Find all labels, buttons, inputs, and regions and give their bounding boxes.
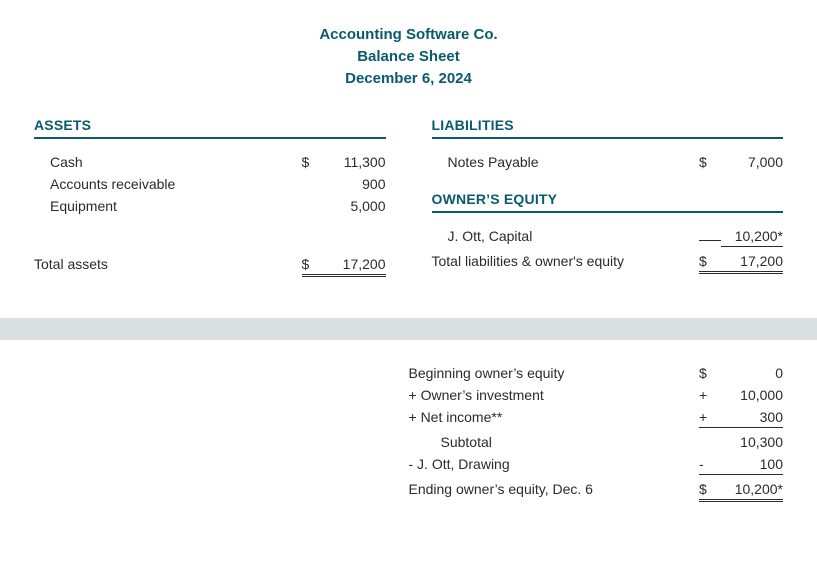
reconcile-label: - J. Ott, Drawing	[409, 456, 700, 472]
equity-line: J. Ott, Capital 10,200*	[432, 225, 784, 250]
reconcile-symbol: +	[699, 409, 721, 428]
asset-line: Cash $ 11,300	[34, 151, 386, 173]
reconcile-symbol: $	[699, 365, 721, 381]
total-assets-row: Total assets $ 17,200	[34, 253, 386, 280]
reconcile-amount: 300	[721, 409, 783, 428]
total-assets-label: Total assets	[34, 256, 302, 272]
section-divider	[0, 318, 817, 340]
liability-label: Notes Payable	[432, 154, 700, 170]
asset-line: Accounts receivable 900	[34, 173, 386, 195]
currency-symbol: $	[302, 154, 324, 170]
assets-heading: ASSETS	[34, 117, 386, 139]
reconcile-line: + Owner’s investment + 10,000	[409, 384, 784, 406]
balance-sheet: Accounting Software Co. Balance Sheet De…	[0, 0, 817, 290]
reconcile-amount: 0	[721, 365, 783, 381]
asset-label: Accounts receivable	[34, 176, 302, 192]
asset-label: Equipment	[34, 198, 302, 214]
reconcile-label: Beginning owner’s equity	[409, 365, 700, 381]
report-title: Balance Sheet	[34, 46, 783, 68]
reconcile-line: - J. Ott, Drawing - 100	[409, 453, 784, 478]
reconcile-label: + Owner’s investment	[409, 387, 700, 403]
asset-amount: 11,300	[324, 154, 386, 170]
reconcile-ending: Ending owner’s equity, Dec. 6 $ 10,200*	[409, 478, 784, 505]
total-liab-equity-amount: 17,200	[721, 253, 783, 274]
assets-column: ASSETS Cash $ 11,300 Accounts receivable…	[34, 117, 386, 280]
equity-amount: 10,200*	[721, 228, 783, 247]
reconcile-amount: 100	[721, 456, 783, 475]
liabilities-heading: LIABILITIES	[432, 117, 784, 139]
reconcile-label: Ending owner’s equity, Dec. 6	[409, 481, 700, 497]
liability-amount: 7,000	[721, 154, 783, 170]
liab-equity-column: LIABILITIES Notes Payable $ 7,000 OWNER’…	[432, 117, 784, 280]
liability-line: Notes Payable $ 7,000	[432, 151, 784, 173]
reconcile-subtotal: Subtotal 10,300	[409, 431, 784, 453]
equity-heading: OWNER’S EQUITY	[432, 191, 784, 213]
reconcile-symbol: +	[699, 387, 721, 403]
asset-line: Equipment 5,000	[34, 195, 386, 217]
company-name: Accounting Software Co.	[34, 24, 783, 46]
reconcile-symbol: -	[699, 456, 721, 475]
reconcile-symbol: $	[699, 481, 721, 502]
total-assets-amount: 17,200	[324, 256, 386, 277]
reconcile-label: Subtotal	[409, 434, 700, 450]
equity-label: J. Ott, Capital	[432, 228, 700, 244]
asset-amount: 5,000	[324, 198, 386, 214]
equity-reconciliation: Beginning owner’s equity $ 0 + Owner’s i…	[0, 340, 817, 535]
reconcile-line: Beginning owner’s equity $ 0	[409, 362, 784, 384]
asset-label: Cash	[34, 154, 302, 170]
reconcile-amount: 10,200*	[721, 481, 783, 502]
currency-symbol	[699, 238, 721, 241]
report-header: Accounting Software Co. Balance Sheet De…	[34, 24, 783, 89]
report-date: December 6, 2024	[34, 68, 783, 90]
total-liab-equity-row: Total liabilities & owner's equity $ 17,…	[432, 250, 784, 277]
reconcile-line: + Net income** + 300	[409, 406, 784, 431]
reconciliation-table: Beginning owner’s equity $ 0 + Owner’s i…	[409, 362, 784, 505]
asset-amount: 900	[324, 176, 386, 192]
reconcile-amount: 10,300	[721, 434, 783, 450]
reconcile-amount: 10,000	[721, 387, 783, 403]
currency-symbol: $	[699, 154, 721, 170]
currency-symbol: $	[302, 256, 324, 277]
total-liab-equity-label: Total liabilities & owner's equity	[432, 253, 700, 269]
columns: ASSETS Cash $ 11,300 Accounts receivable…	[34, 117, 783, 280]
currency-symbol: $	[699, 253, 721, 274]
reconcile-label: + Net income**	[409, 409, 700, 425]
